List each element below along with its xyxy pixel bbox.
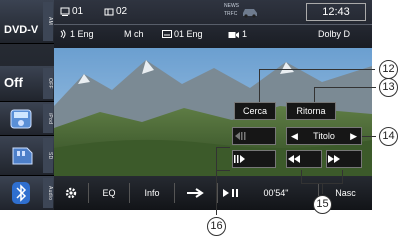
callout-15-leader bbox=[301, 170, 343, 184]
source-dvd-button[interactable]: DVD-V AM bbox=[0, 0, 54, 44]
source-off-label: Off bbox=[4, 75, 23, 90]
settings-button[interactable] bbox=[54, 176, 88, 210]
source-ipod-button[interactable]: iPod bbox=[0, 102, 54, 136]
trfc-label: TRFC bbox=[224, 11, 238, 17]
fast-forward-button[interactable] bbox=[326, 150, 362, 168]
source-audio-vlabel: Audio bbox=[43, 178, 53, 208]
source-ipod-vlabel: iPod bbox=[43, 104, 53, 133]
subtitle-track: 01 Eng bbox=[174, 29, 203, 39]
camera-angle-icon bbox=[228, 32, 239, 38]
title-number: 01 bbox=[72, 6, 84, 17]
callout-16-leader bbox=[216, 147, 217, 215]
callout-16-leader bbox=[216, 147, 230, 148]
callout-16-leader bbox=[216, 170, 230, 171]
next-page-button[interactable] bbox=[175, 176, 217, 210]
source-off-button[interactable]: Off OFF bbox=[0, 66, 54, 102]
status-bar: 01 02 NEWS TRFC 12:43 1 Eng M ch 01 Eng bbox=[54, 0, 372, 48]
channel-mode: M ch bbox=[124, 29, 144, 39]
angle-number: 1 bbox=[242, 29, 248, 39]
source-sidebar: DVD-V AM Off OFF iPod SD Audio bbox=[0, 0, 54, 210]
chapter-number: 02 bbox=[116, 6, 128, 17]
fast-reverse-icon bbox=[288, 155, 300, 163]
source-sd-button[interactable]: SD bbox=[0, 136, 54, 176]
audio-track: 1 Eng bbox=[70, 29, 94, 39]
traffic-car-icon bbox=[243, 9, 257, 18]
clock: 12:43 bbox=[322, 6, 350, 18]
step-forward-button[interactable] bbox=[232, 150, 276, 168]
callout-12: 12 bbox=[379, 60, 398, 79]
clock-box: 12:43 bbox=[306, 3, 366, 21]
source-am-vlabel: AM bbox=[43, 2, 53, 41]
bluetooth-icon bbox=[12, 182, 30, 204]
play-pause-icon bbox=[223, 189, 238, 197]
callout-14-leader bbox=[362, 136, 376, 137]
step-forward-icon bbox=[234, 155, 245, 163]
audio-wave-icon bbox=[60, 29, 66, 39]
return-button[interactable]: Ritorna bbox=[286, 102, 336, 120]
callout-15-leader bbox=[322, 184, 323, 194]
audio-format: Dolby D bbox=[318, 29, 351, 39]
callout-13: 13 bbox=[379, 78, 398, 97]
fast-reverse-button[interactable] bbox=[286, 150, 322, 168]
gear-icon bbox=[65, 187, 77, 199]
step-back-icon bbox=[235, 132, 246, 140]
ipod-icon bbox=[10, 109, 32, 129]
source-off-vlabel: OFF bbox=[43, 68, 53, 99]
sd-card-icon bbox=[12, 147, 33, 165]
callout-14: 14 bbox=[379, 127, 398, 146]
title-prev-icon[interactable]: ◀ bbox=[291, 128, 298, 144]
callout-16: 16 bbox=[207, 217, 226, 236]
fast-forward-icon bbox=[328, 155, 340, 163]
subtitle-icon bbox=[162, 30, 172, 38]
video-playback-area[interactable]: Cerca Ritorna ◀ Titolo ▶ bbox=[54, 48, 372, 176]
title-skip-control[interactable]: ◀ Titolo ▶ bbox=[286, 127, 362, 145]
status-row-divider bbox=[54, 24, 372, 25]
title-next-icon[interactable]: ▶ bbox=[350, 128, 357, 144]
info-button[interactable]: Info bbox=[130, 176, 174, 210]
callout-13-leader bbox=[314, 87, 376, 102]
eq-button[interactable]: EQ bbox=[89, 176, 129, 210]
source-dvd-label: DVD-V bbox=[4, 24, 39, 36]
title-icon bbox=[60, 7, 70, 16]
callout-15: 15 bbox=[313, 195, 332, 214]
playback-time: 00'54" bbox=[263, 188, 289, 198]
chapter-icon bbox=[104, 8, 114, 16]
news-label: NEWS bbox=[224, 3, 239, 9]
title-label: Titolo bbox=[313, 131, 335, 141]
source-sd-vlabel: SD bbox=[43, 138, 53, 173]
search-button[interactable]: Cerca bbox=[234, 102, 276, 120]
step-back-button[interactable] bbox=[232, 127, 276, 145]
source-bluetooth-button[interactable]: Audio bbox=[0, 176, 54, 210]
arrow-right-icon bbox=[187, 188, 204, 198]
play-pause-button[interactable] bbox=[218, 176, 244, 210]
